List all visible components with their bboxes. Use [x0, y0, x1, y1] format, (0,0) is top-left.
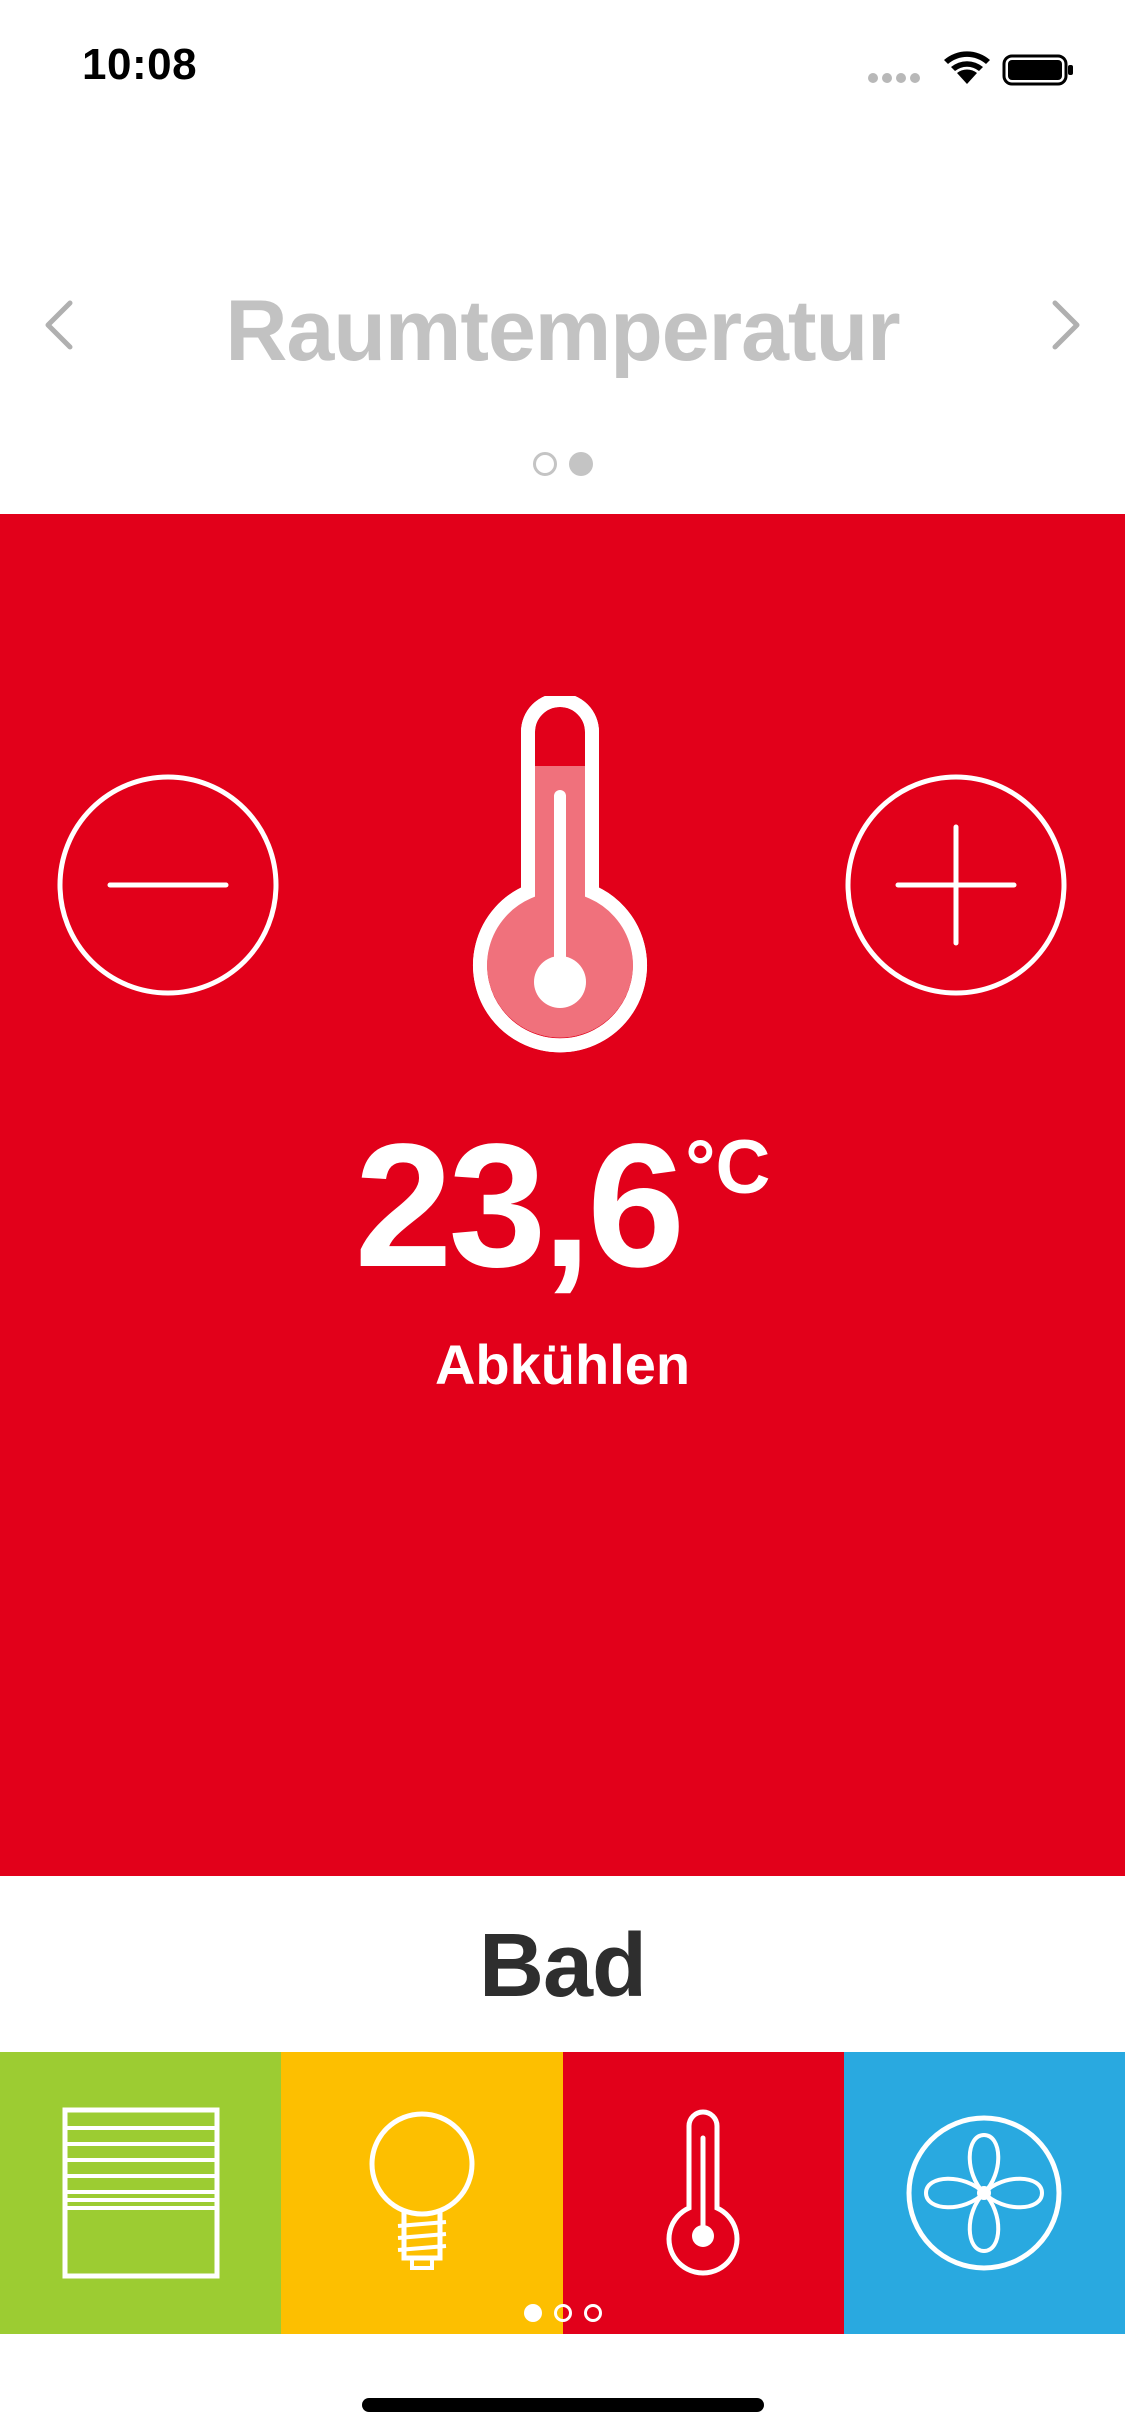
category-tiles: [0, 2052, 1125, 2334]
chevron-left-icon: [45, 300, 73, 350]
temperature-panel: 23,6°C Abkühlen: [0, 514, 1125, 1876]
minus-icon: [57, 774, 279, 996]
tile-page-indicator[interactable]: [0, 2304, 1125, 2326]
next-button[interactable]: [1037, 290, 1097, 360]
temperature-readout: 23,6°C: [0, 1118, 1125, 1294]
mode-label: Abkühlen: [434, 1333, 691, 1396]
tile-fan[interactable]: [843, 2052, 1125, 2334]
prev-button[interactable]: [28, 290, 88, 360]
thermometer-icon: [666, 2109, 740, 2276]
temperature-unit: °C: [685, 1125, 771, 1210]
header: Raumtemperatur: [0, 260, 1125, 390]
screen: 10:08 Raumtemperatur 23,6°C Abkühlen Bad: [0, 0, 1125, 2436]
temperature-value: 23,6: [354, 1108, 686, 1304]
battery-icon: [1002, 54, 1073, 86]
tile-blinds[interactable]: [0, 2052, 282, 2334]
signal-icon: [868, 73, 920, 83]
increase-temperature-button[interactable]: [845, 774, 1067, 996]
room-name: Bad: [478, 1916, 647, 2016]
tile-page-dot-2[interactable]: [553, 2304, 572, 2322]
fan-icon: [906, 2115, 1062, 2271]
tile-light[interactable]: [281, 2052, 563, 2334]
blinds-icon: [62, 2107, 220, 2279]
thermometer-icon: [470, 693, 650, 1068]
light-bulb-icon: [369, 2111, 475, 2270]
status-time: 10:08: [82, 40, 198, 89]
tile-page-dot-3[interactable]: [583, 2304, 602, 2322]
status-icons: [867, 46, 1077, 90]
tile-temperature[interactable]: [562, 2052, 844, 2334]
plus-icon: [845, 774, 1067, 996]
tile-page-dot-1[interactable]: [523, 2304, 542, 2322]
wifi-icon: [944, 51, 990, 84]
chevron-right-icon: [1052, 300, 1080, 350]
page-dot-2[interactable]: [568, 452, 593, 476]
page-indicator[interactable]: [0, 452, 1125, 482]
page-dot-1[interactable]: [532, 452, 557, 476]
home-indicator[interactable]: [362, 2398, 764, 2412]
status-bar: 10:08: [0, 0, 1125, 135]
decrease-temperature-button[interactable]: [57, 774, 279, 996]
page-title: Raumtemperatur: [225, 283, 900, 379]
